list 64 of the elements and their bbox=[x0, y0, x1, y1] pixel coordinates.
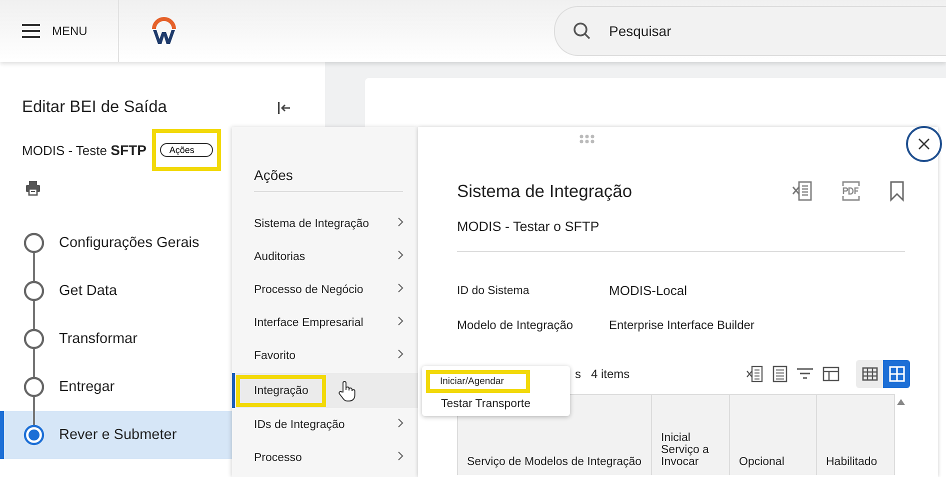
search-icon bbox=[573, 22, 591, 40]
grid-icon bbox=[862, 366, 878, 382]
collapse-icon[interactable] bbox=[277, 100, 291, 114]
view-toggle[interactable] bbox=[856, 360, 883, 388]
menu-item[interactable]: Processo de Negócio bbox=[232, 273, 418, 306]
chevron-right-icon bbox=[397, 217, 404, 227]
printer-icon[interactable] bbox=[25, 180, 41, 196]
menu-icon bbox=[22, 24, 40, 38]
panel-title: Sistema de Integração bbox=[457, 180, 632, 202]
item-count: 4 items bbox=[591, 367, 630, 381]
pdf-icon[interactable] bbox=[840, 180, 862, 202]
menu-item[interactable]: Interface Empresarial bbox=[232, 306, 418, 339]
menu-item-label: Integração bbox=[254, 384, 308, 396]
step-circle-icon bbox=[23, 280, 45, 302]
field-value: Enterprise Interface Builder bbox=[609, 318, 756, 332]
close-icon bbox=[918, 138, 930, 150]
menu-item-label: Interface Empresarial bbox=[254, 316, 364, 328]
scroll-up-icon[interactable] bbox=[896, 398, 906, 406]
spreadsheet-export-icon[interactable] bbox=[746, 365, 764, 383]
submenu-item[interactable]: Testar Transporte bbox=[426, 393, 570, 410]
menu-item[interactable]: Sistema de Integração bbox=[232, 207, 418, 240]
column-header: Opcional bbox=[739, 456, 784, 468]
panel-subtitle: MODIS - Testar o SFTP bbox=[457, 219, 600, 234]
search-bar[interactable]: Pesquisar bbox=[554, 6, 946, 56]
chevron-right-icon bbox=[397, 283, 404, 293]
record-name: MODIS - Teste SFTP bbox=[22, 142, 146, 158]
step-circle-icon bbox=[23, 328, 45, 350]
hand-cursor-icon bbox=[338, 380, 356, 402]
spreadsheet-export-icon[interactable] bbox=[792, 180, 814, 202]
field-value: MODIS-Local bbox=[609, 283, 688, 298]
table-icon[interactable] bbox=[772, 365, 788, 383]
menu-item[interactable]: Integração bbox=[232, 373, 418, 408]
bookmark-icon[interactable] bbox=[888, 180, 906, 202]
column-header: Habilitado bbox=[826, 456, 878, 468]
page-title: Editar BEI de Saída bbox=[22, 98, 167, 117]
chevron-right-icon bbox=[397, 316, 404, 326]
menu-item-label: Auditorias bbox=[254, 250, 306, 262]
menu-item[interactable]: Favorito bbox=[232, 339, 418, 372]
column-header: Serviço de Modelos de Integração bbox=[467, 456, 642, 468]
step-circle-icon bbox=[23, 376, 45, 398]
field-label: Modelo de Integração bbox=[457, 318, 574, 332]
table-caption: s bbox=[575, 367, 581, 381]
step-circle-icon bbox=[23, 232, 45, 254]
layout-icon[interactable] bbox=[822, 366, 840, 382]
chevron-right-icon bbox=[397, 451, 404, 461]
column-header: Inicial Serviço a Invocar bbox=[661, 432, 710, 468]
step-circle-icon bbox=[23, 424, 45, 446]
search-field[interactable]: Pesquisar bbox=[607, 22, 946, 40]
chevron-right-icon bbox=[397, 349, 404, 359]
chevron-right-icon bbox=[397, 418, 404, 428]
menu-item[interactable]: Auditorias bbox=[232, 240, 418, 273]
view-toggle[interactable] bbox=[883, 360, 910, 388]
drag-handle-icon[interactable] bbox=[579, 134, 595, 144]
menu-item-label: Sistema de Integração bbox=[254, 218, 370, 230]
menu-button[interactable]: MENU bbox=[0, 0, 118, 62]
chevron-right-icon bbox=[397, 250, 404, 260]
menu-item-label: Processo de Negócio bbox=[254, 284, 364, 296]
field-label: ID do Sistema bbox=[457, 284, 530, 296]
menu-title: Ações bbox=[254, 167, 403, 192]
submenu-item[interactable]: Iniciar/Agendar bbox=[440, 376, 504, 387]
logo-icon bbox=[149, 16, 179, 46]
actions-button[interactable]: Ações bbox=[160, 143, 214, 157]
menu-item-label: Favorito bbox=[254, 350, 296, 362]
grid-icon bbox=[888, 366, 904, 382]
